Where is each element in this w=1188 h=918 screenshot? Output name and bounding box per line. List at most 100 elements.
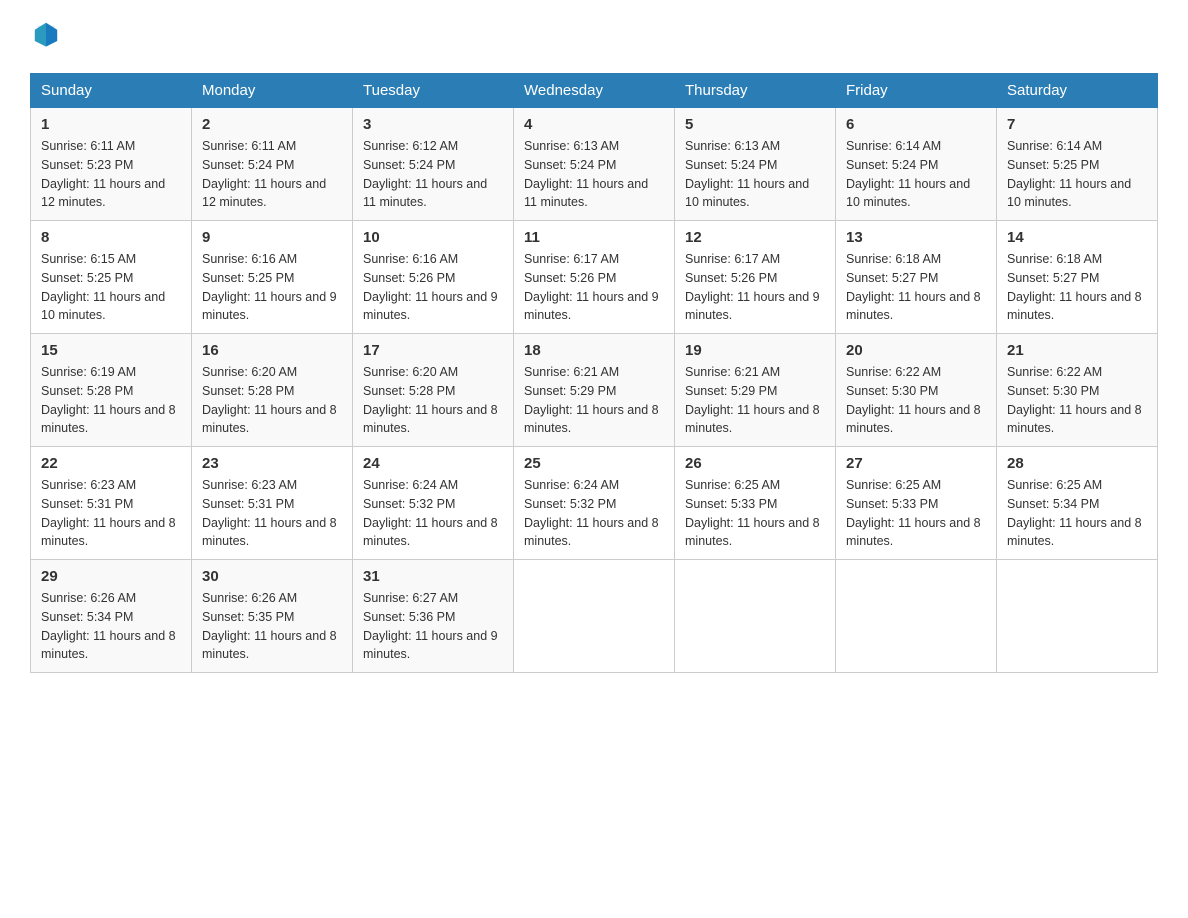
day-info: Sunrise: 6:15 AMSunset: 5:25 PMDaylight:… <box>41 252 165 322</box>
day-info: Sunrise: 6:25 AMSunset: 5:34 PMDaylight:… <box>1007 478 1142 548</box>
day-info: Sunrise: 6:11 AMSunset: 5:23 PMDaylight:… <box>41 139 165 209</box>
logo-mark <box>30 20 60 53</box>
calendar-cell: 20 Sunrise: 6:22 AMSunset: 5:30 PMDaylig… <box>836 334 997 447</box>
calendar-cell: 17 Sunrise: 6:20 AMSunset: 5:28 PMDaylig… <box>353 334 514 447</box>
header-wednesday: Wednesday <box>514 74 675 108</box>
day-number: 18 <box>524 342 664 359</box>
day-info: Sunrise: 6:19 AMSunset: 5:28 PMDaylight:… <box>41 365 176 435</box>
day-number: 21 <box>1007 342 1147 359</box>
calendar-cell: 3 Sunrise: 6:12 AMSunset: 5:24 PMDayligh… <box>353 108 514 221</box>
day-info: Sunrise: 6:20 AMSunset: 5:28 PMDaylight:… <box>202 365 337 435</box>
day-number: 17 <box>363 342 503 359</box>
day-number: 13 <box>846 229 986 246</box>
calendar-cell: 28 Sunrise: 6:25 AMSunset: 5:34 PMDaylig… <box>997 447 1158 560</box>
header-tuesday: Tuesday <box>353 74 514 108</box>
day-number: 30 <box>202 568 342 585</box>
day-number: 19 <box>685 342 825 359</box>
day-info: Sunrise: 6:16 AMSunset: 5:26 PMDaylight:… <box>363 252 498 322</box>
day-number: 3 <box>363 116 503 133</box>
calendar-cell: 2 Sunrise: 6:11 AMSunset: 5:24 PMDayligh… <box>192 108 353 221</box>
calendar-cell: 31 Sunrise: 6:27 AMSunset: 5:36 PMDaylig… <box>353 560 514 673</box>
calendar-cell: 22 Sunrise: 6:23 AMSunset: 5:31 PMDaylig… <box>31 447 192 560</box>
logo <box>30 20 64 53</box>
day-number: 23 <box>202 455 342 472</box>
calendar-cell: 14 Sunrise: 6:18 AMSunset: 5:27 PMDaylig… <box>997 221 1158 334</box>
page-header <box>30 20 1158 53</box>
calendar-cell: 11 Sunrise: 6:17 AMSunset: 5:26 PMDaylig… <box>514 221 675 334</box>
calendar-cell: 21 Sunrise: 6:22 AMSunset: 5:30 PMDaylig… <box>997 334 1158 447</box>
calendar-cell: 6 Sunrise: 6:14 AMSunset: 5:24 PMDayligh… <box>836 108 997 221</box>
day-info: Sunrise: 6:21 AMSunset: 5:29 PMDaylight:… <box>685 365 820 435</box>
day-number: 22 <box>41 455 181 472</box>
calendar-cell <box>836 560 997 673</box>
day-number: 4 <box>524 116 664 133</box>
header-sunday: Sunday <box>31 74 192 108</box>
day-number: 27 <box>846 455 986 472</box>
calendar-cell: 24 Sunrise: 6:24 AMSunset: 5:32 PMDaylig… <box>353 447 514 560</box>
calendar-cell: 1 Sunrise: 6:11 AMSunset: 5:23 PMDayligh… <box>31 108 192 221</box>
calendar-cell <box>997 560 1158 673</box>
calendar-table: SundayMondayTuesdayWednesdayThursdayFrid… <box>30 73 1158 673</box>
day-info: Sunrise: 6:11 AMSunset: 5:24 PMDaylight:… <box>202 139 326 209</box>
header-saturday: Saturday <box>997 74 1158 108</box>
day-info: Sunrise: 6:26 AMSunset: 5:35 PMDaylight:… <box>202 591 337 661</box>
week-row-5: 29 Sunrise: 6:26 AMSunset: 5:34 PMDaylig… <box>31 560 1158 673</box>
day-info: Sunrise: 6:24 AMSunset: 5:32 PMDaylight:… <box>524 478 659 548</box>
day-info: Sunrise: 6:23 AMSunset: 5:31 PMDaylight:… <box>202 478 337 548</box>
day-info: Sunrise: 6:22 AMSunset: 5:30 PMDaylight:… <box>846 365 981 435</box>
day-info: Sunrise: 6:25 AMSunset: 5:33 PMDaylight:… <box>846 478 981 548</box>
day-info: Sunrise: 6:24 AMSunset: 5:32 PMDaylight:… <box>363 478 498 548</box>
calendar-cell: 16 Sunrise: 6:20 AMSunset: 5:28 PMDaylig… <box>192 334 353 447</box>
day-number: 6 <box>846 116 986 133</box>
day-info: Sunrise: 6:17 AMSunset: 5:26 PMDaylight:… <box>524 252 659 322</box>
day-info: Sunrise: 6:13 AMSunset: 5:24 PMDaylight:… <box>524 139 648 209</box>
calendar-cell: 30 Sunrise: 6:26 AMSunset: 5:35 PMDaylig… <box>192 560 353 673</box>
day-info: Sunrise: 6:25 AMSunset: 5:33 PMDaylight:… <box>685 478 820 548</box>
header-friday: Friday <box>836 74 997 108</box>
calendar-cell: 27 Sunrise: 6:25 AMSunset: 5:33 PMDaylig… <box>836 447 997 560</box>
day-number: 25 <box>524 455 664 472</box>
calendar-cell <box>675 560 836 673</box>
day-info: Sunrise: 6:17 AMSunset: 5:26 PMDaylight:… <box>685 252 820 322</box>
day-number: 9 <box>202 229 342 246</box>
calendar-cell: 4 Sunrise: 6:13 AMSunset: 5:24 PMDayligh… <box>514 108 675 221</box>
day-info: Sunrise: 6:18 AMSunset: 5:27 PMDaylight:… <box>846 252 981 322</box>
week-row-3: 15 Sunrise: 6:19 AMSunset: 5:28 PMDaylig… <box>31 334 1158 447</box>
day-number: 16 <box>202 342 342 359</box>
calendar-cell: 12 Sunrise: 6:17 AMSunset: 5:26 PMDaylig… <box>675 221 836 334</box>
day-info: Sunrise: 6:23 AMSunset: 5:31 PMDaylight:… <box>41 478 176 548</box>
calendar-cell: 15 Sunrise: 6:19 AMSunset: 5:28 PMDaylig… <box>31 334 192 447</box>
calendar-cell: 9 Sunrise: 6:16 AMSunset: 5:25 PMDayligh… <box>192 221 353 334</box>
calendar-cell: 13 Sunrise: 6:18 AMSunset: 5:27 PMDaylig… <box>836 221 997 334</box>
day-info: Sunrise: 6:21 AMSunset: 5:29 PMDaylight:… <box>524 365 659 435</box>
day-info: Sunrise: 6:14 AMSunset: 5:25 PMDaylight:… <box>1007 139 1131 209</box>
day-number: 26 <box>685 455 825 472</box>
calendar-cell: 7 Sunrise: 6:14 AMSunset: 5:25 PMDayligh… <box>997 108 1158 221</box>
day-number: 15 <box>41 342 181 359</box>
calendar-cell: 18 Sunrise: 6:21 AMSunset: 5:29 PMDaylig… <box>514 334 675 447</box>
day-number: 7 <box>1007 116 1147 133</box>
week-row-4: 22 Sunrise: 6:23 AMSunset: 5:31 PMDaylig… <box>31 447 1158 560</box>
calendar-cell: 29 Sunrise: 6:26 AMSunset: 5:34 PMDaylig… <box>31 560 192 673</box>
calendar-cell: 26 Sunrise: 6:25 AMSunset: 5:33 PMDaylig… <box>675 447 836 560</box>
day-number: 5 <box>685 116 825 133</box>
day-number: 24 <box>363 455 503 472</box>
calendar-cell: 25 Sunrise: 6:24 AMSunset: 5:32 PMDaylig… <box>514 447 675 560</box>
day-number: 31 <box>363 568 503 585</box>
day-info: Sunrise: 6:22 AMSunset: 5:30 PMDaylight:… <box>1007 365 1142 435</box>
day-info: Sunrise: 6:13 AMSunset: 5:24 PMDaylight:… <box>685 139 809 209</box>
day-info: Sunrise: 6:16 AMSunset: 5:25 PMDaylight:… <box>202 252 337 322</box>
calendar-cell: 23 Sunrise: 6:23 AMSunset: 5:31 PMDaylig… <box>192 447 353 560</box>
day-number: 10 <box>363 229 503 246</box>
header-thursday: Thursday <box>675 74 836 108</box>
day-info: Sunrise: 6:27 AMSunset: 5:36 PMDaylight:… <box>363 591 498 661</box>
day-number: 12 <box>685 229 825 246</box>
week-row-2: 8 Sunrise: 6:15 AMSunset: 5:25 PMDayligh… <box>31 221 1158 334</box>
header-monday: Monday <box>192 74 353 108</box>
day-number: 11 <box>524 229 664 246</box>
day-number: 28 <box>1007 455 1147 472</box>
day-number: 2 <box>202 116 342 133</box>
calendar-header-row: SundayMondayTuesdayWednesdayThursdayFrid… <box>31 74 1158 108</box>
day-number: 14 <box>1007 229 1147 246</box>
day-info: Sunrise: 6:12 AMSunset: 5:24 PMDaylight:… <box>363 139 487 209</box>
